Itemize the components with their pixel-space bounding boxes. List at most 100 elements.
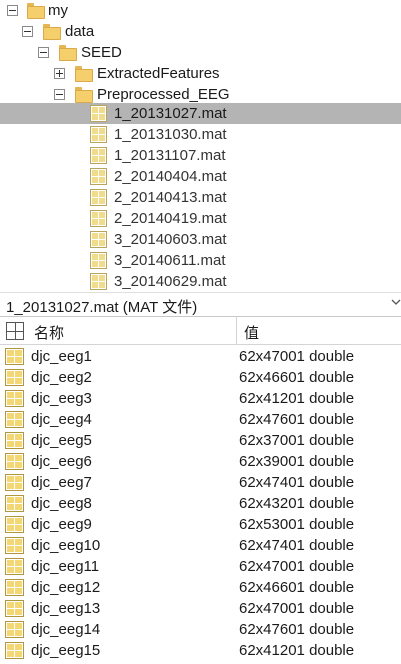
table-row[interactable]: djc_eeg7 62x47401 double <box>0 472 401 493</box>
table-row[interactable]: djc_eeg2 62x46601 double <box>0 367 401 388</box>
mat-file-icon <box>90 273 107 290</box>
tree-file-label: 2_20140419.mat <box>114 210 227 227</box>
matrix-variable-icon <box>5 495 24 512</box>
variable-value: 62x47001 double <box>239 600 355 617</box>
tree-file-label: 1_20131107.mat <box>114 147 226 164</box>
table-row[interactable]: djc_eeg12 62x46601 double <box>0 577 401 598</box>
variable-name: djc_eeg9 <box>31 516 92 533</box>
variable-name: djc_eeg4 <box>31 411 92 428</box>
folder-icon <box>75 87 93 103</box>
matrix-variable-icon <box>5 621 24 638</box>
collapse-toggle-icon[interactable] <box>38 47 49 58</box>
variable-value: 62x46601 double <box>239 369 355 386</box>
matrix-variable-icon <box>5 390 24 407</box>
mat-file-icon <box>90 210 107 227</box>
folder-icon <box>59 45 77 61</box>
table-row[interactable]: djc_eeg1 62x47001 double <box>0 346 401 367</box>
variable-name: djc_eeg7 <box>31 474 92 491</box>
tree-file-label: 3_20140603.mat <box>114 231 227 248</box>
table-row[interactable]: djc_eeg10 62x47401 double <box>0 535 401 556</box>
table-row[interactable]: djc_eeg6 62x39001 double <box>0 451 401 472</box>
column-divider[interactable] <box>236 317 237 345</box>
mat-file-icon <box>90 168 107 185</box>
variable-value: 62x41201 double <box>239 642 355 659</box>
tree-item-my[interactable]: my <box>0 0 401 21</box>
folder-tree[interactable]: my data SEED ExtractedFeatures Preproces… <box>0 0 401 290</box>
grid-icon <box>6 322 24 340</box>
variable-value: 62x47001 double <box>239 558 355 575</box>
mat-file-icon <box>90 189 107 206</box>
column-header-value[interactable]: 值 <box>244 322 259 343</box>
tree-item-preprocessed-eeg[interactable]: Preprocessed_EEG <box>0 84 401 105</box>
expand-toggle-icon[interactable] <box>54 68 65 79</box>
details-title: 1_20131027.mat (MAT 文件) <box>6 299 198 316</box>
table-row[interactable]: djc_eeg11 62x47001 double <box>0 556 401 577</box>
tree-item-data[interactable]: data <box>0 21 401 42</box>
tree-item-seed[interactable]: SEED <box>0 42 401 63</box>
variable-value: 62x47601 double <box>239 621 355 638</box>
tree-file-label: 1_20131027.mat <box>114 105 227 122</box>
matrix-variable-icon <box>5 579 24 596</box>
variable-value: 62x46601 double <box>239 579 355 596</box>
table-row[interactable]: djc_eeg4 62x47601 double <box>0 409 401 430</box>
tree-file-label: 1_20131030.mat <box>114 126 227 143</box>
tree-file-item[interactable]: 1_20131030.mat <box>0 124 401 145</box>
tree-file-item[interactable]: 1_20131027.mat <box>0 103 401 124</box>
folder-icon <box>27 3 45 19</box>
folder-icon <box>75 66 93 82</box>
matrix-variable-icon <box>5 474 24 491</box>
table-row[interactable]: djc_eeg9 62x53001 double <box>0 514 401 535</box>
mat-file-icon <box>90 252 107 269</box>
tree-item-label: ExtractedFeatures <box>97 65 220 82</box>
matrix-variable-icon <box>5 537 24 554</box>
tree-file-label: 2_20140413.mat <box>114 189 227 206</box>
table-row[interactable]: djc_eeg8 62x43201 double <box>0 493 401 514</box>
tree-file-item[interactable]: 2_20140419.mat <box>0 208 401 229</box>
tree-file-item[interactable]: 3_20140629.mat <box>0 271 401 290</box>
tree-item-label: Preprocessed_EEG <box>97 86 230 103</box>
variable-value: 62x47401 double <box>239 474 355 491</box>
variable-value: 62x47001 double <box>239 348 355 365</box>
collapse-toggle-icon[interactable] <box>54 89 65 100</box>
tree-file-item[interactable]: 2_20140413.mat <box>0 187 401 208</box>
variable-name: djc_eeg10 <box>31 537 101 554</box>
table-row[interactable]: djc_eeg15 62x41201 double <box>0 640 401 661</box>
variable-name: djc_eeg3 <box>31 390 92 407</box>
matrix-variable-icon <box>5 558 24 575</box>
matrix-variable-icon <box>5 348 24 365</box>
table-row[interactable]: djc_eeg13 62x47001 double <box>0 598 401 619</box>
matrix-variable-icon <box>5 369 24 386</box>
chevron-down-icon[interactable] <box>391 297 401 307</box>
variable-value: 62x53001 double <box>239 516 355 533</box>
variable-name: djc_eeg2 <box>31 369 92 386</box>
details-header: 1_20131027.mat (MAT 文件) <box>0 292 401 316</box>
tree-item-label: data <box>65 23 95 40</box>
tree-file-item[interactable]: 3_20140611.mat <box>0 250 401 271</box>
tree-item-extractedfeatures[interactable]: ExtractedFeatures <box>0 63 401 84</box>
matrix-variable-icon <box>5 453 24 470</box>
matrix-variable-icon <box>5 432 24 449</box>
table-row[interactable]: djc_eeg5 62x37001 double <box>0 430 401 451</box>
variable-value: 62x41201 double <box>239 390 355 407</box>
collapse-toggle-icon[interactable] <box>22 26 33 37</box>
variable-value: 62x43201 double <box>239 495 355 512</box>
column-header-name[interactable]: 名称 <box>34 322 64 343</box>
variable-value: 62x47601 double <box>239 411 355 428</box>
tree-item-label: SEED <box>81 44 122 61</box>
tree-file-label: 3_20140611.mat <box>114 252 226 269</box>
mat-file-icon <box>90 105 107 122</box>
matrix-variable-icon <box>5 642 24 659</box>
matrix-variable-icon <box>5 600 24 617</box>
table-row[interactable]: djc_eeg14 62x47601 double <box>0 619 401 640</box>
variables-table[interactable]: 名称 值 djc_eeg1 62x47001 double djc_eeg2 6… <box>0 316 401 664</box>
tree-file-item[interactable]: 3_20140603.mat <box>0 229 401 250</box>
tree-file-label: 2_20140404.mat <box>114 168 227 185</box>
mat-file-icon <box>90 231 107 248</box>
tree-file-item[interactable]: 2_20140404.mat <box>0 166 401 187</box>
mat-file-icon <box>90 126 107 143</box>
table-row[interactable]: djc_eeg3 62x41201 double <box>0 388 401 409</box>
variable-name: djc_eeg6 <box>31 453 92 470</box>
collapse-toggle-icon[interactable] <box>7 5 18 16</box>
tree-file-item[interactable]: 1_20131107.mat <box>0 145 401 166</box>
mat-file-icon <box>90 147 107 164</box>
